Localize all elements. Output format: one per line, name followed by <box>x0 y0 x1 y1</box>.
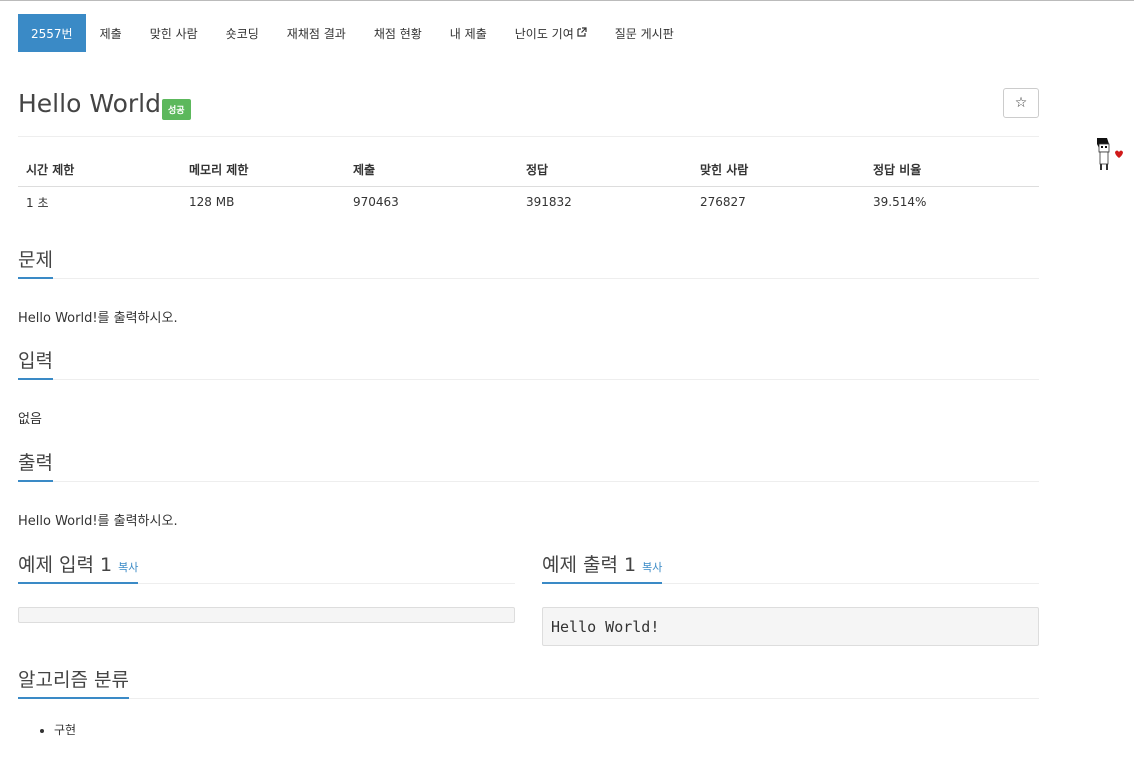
header-accepted: 정답 <box>518 154 692 187</box>
input-section-header: 입력 <box>18 348 1039 380</box>
header-memory-limit: 메모리 제한 <box>181 154 345 187</box>
algorithm-section-header: 알고리즘 분류 <box>18 667 1039 699</box>
copy-sample-output-button[interactable]: 복사 <box>642 561 662 574</box>
tab-label: 맞힌 사람 <box>149 26 198 41</box>
header-submissions: 제출 <box>345 154 518 187</box>
sample-output-title: 예제 출력 1 <box>542 554 637 576</box>
sample-output-heading: 예제 출력 1 복사 <box>542 552 663 584</box>
solved-users-value: 276827 <box>700 195 746 210</box>
copy-sample-input-button[interactable]: 복사 <box>118 561 138 574</box>
tab-difficulty-contribution[interactable]: 난이도 기여 <box>501 14 601 52</box>
status-badge: 성공 <box>162 99 191 120</box>
table-row: 1 초 128 MB 970463 391832 276827 39.514% <box>18 186 1039 218</box>
favorite-button[interactable]: ☆ <box>1003 88 1039 118</box>
problem-heading: 문제 <box>18 247 53 279</box>
sample-input-header: 예제 입력 1 복사 <box>18 552 515 584</box>
algorithm-tag[interactable]: 구현 <box>54 721 76 738</box>
tab-label: 난이도 기여 <box>514 26 574 41</box>
accept-ratio-value: 39.514% <box>873 195 927 210</box>
tab-solved-users[interactable]: 맞힌 사람 <box>136 14 212 52</box>
sample-input-box <box>18 607 515 623</box>
sample-output-box: Hello World! <box>542 607 1039 646</box>
output-description: Hello World!를 출력하시오. <box>18 514 178 529</box>
memory-limit-value: 128 MB <box>189 195 235 210</box>
tab-problem-number[interactable]: 2557번 <box>18 14 86 52</box>
algorithm-heading: 알고리즘 분류 <box>18 667 129 699</box>
table-header-row: 시간 제한 메모리 제한 제출 정답 맞힌 사람 정답 비율 <box>18 154 1039 187</box>
problem-info-table: 시간 제한 메모리 제한 제출 정답 맞힌 사람 정답 비율 1 초 128 M… <box>18 154 1039 218</box>
header-solved-users: 맞힌 사람 <box>692 154 865 187</box>
submissions-value: 970463 <box>353 195 399 210</box>
problem-title-row: Hello World 성공 ☆ <box>18 87 1039 137</box>
tab-my-submissions[interactable]: 내 제출 <box>436 14 501 52</box>
tab-label: 재채점 결과 <box>286 26 346 41</box>
tab-submit[interactable]: 제출 <box>86 14 136 52</box>
tab-label: 2557번 <box>31 26 73 41</box>
time-limit-value: 1 초 <box>26 195 49 210</box>
tab-judge-status[interactable]: 채점 현황 <box>360 14 436 52</box>
output-heading: 출력 <box>18 450 53 482</box>
input-heading: 입력 <box>18 348 53 380</box>
algorithm-list: 구현 <box>44 721 76 738</box>
tab-short-coding[interactable]: 숏코딩 <box>212 14 273 52</box>
header-accept-ratio: 정답 비율 <box>865 154 1039 187</box>
accepted-value: 391832 <box>526 195 572 210</box>
tab-label: 제출 <box>99 26 122 41</box>
tab-label: 질문 게시판 <box>614 26 674 41</box>
sample-output-header: 예제 출력 1 복사 <box>542 552 1039 584</box>
tab-question-board[interactable]: 질문 게시판 <box>601 14 688 52</box>
output-section-header: 출력 <box>18 450 1039 482</box>
input-description: 없음 <box>18 412 42 427</box>
external-link-icon <box>577 26 587 40</box>
problem-description: Hello World!를 출력하시오. <box>18 311 178 326</box>
tab-label: 숏코딩 <box>225 26 259 41</box>
problem-section-header: 문제 <box>18 247 1039 279</box>
problem-nav-tabs: 2557번 제출 맞힌 사람 숏코딩 재채점 결과 채점 현황 내 제출 난이도… <box>18 14 688 52</box>
page-title: Hello World <box>18 89 161 118</box>
tab-label: 채점 현황 <box>373 26 422 41</box>
sample-input-title: 예제 입력 1 <box>18 554 113 576</box>
tab-rejudge-results[interactable]: 재채점 결과 <box>273 14 360 52</box>
header-time-limit: 시간 제한 <box>18 154 181 187</box>
mascot-sprite <box>1095 138 1125 172</box>
star-icon: ☆ <box>1014 95 1028 111</box>
sample-input-heading: 예제 입력 1 복사 <box>18 552 139 584</box>
tab-label: 내 제출 <box>449 26 487 41</box>
